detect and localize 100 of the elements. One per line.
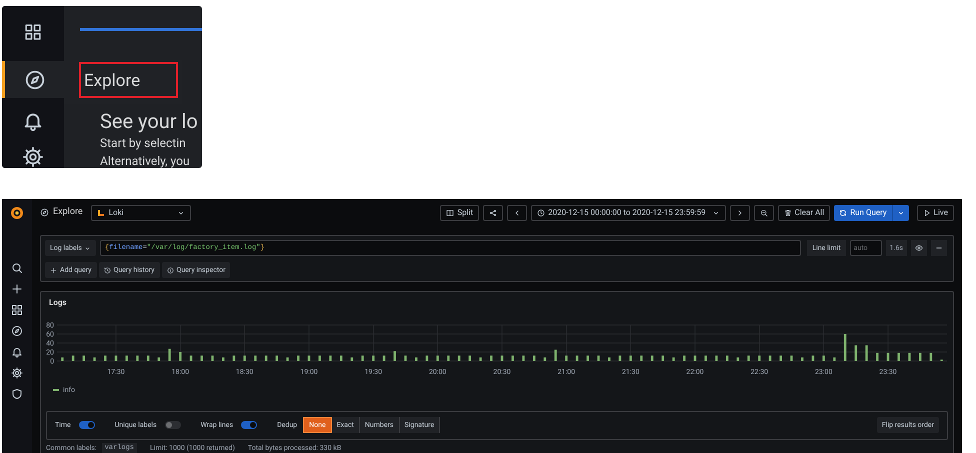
- bar: [436, 356, 439, 361]
- bar: [554, 350, 557, 361]
- bar: [72, 356, 74, 361]
- clear-all-button[interactable]: Clear All: [778, 204, 830, 220]
- bar: [747, 356, 750, 361]
- bar: [200, 356, 203, 361]
- bar: [886, 352, 890, 361]
- bar: [683, 356, 686, 361]
- bar: [844, 334, 846, 361]
- page-title: Explore: [53, 206, 83, 219]
- bar: [329, 356, 332, 361]
- bar: [211, 356, 214, 361]
- bar: [93, 357, 96, 361]
- compass-icon: [24, 68, 46, 91]
- bar: [361, 356, 364, 361]
- bar: [640, 356, 643, 361]
- bar: [532, 356, 536, 361]
- bar: [812, 356, 814, 361]
- logo-icon: [9, 205, 25, 221]
- bar: [790, 356, 793, 361]
- info-icon: [166, 266, 174, 274]
- settings-icon: [11, 367, 23, 379]
- bar: [61, 357, 64, 361]
- bar: [629, 356, 632, 361]
- bell-icon: [11, 346, 23, 358]
- history-icon: [104, 266, 110, 274]
- bar: [286, 357, 289, 361]
- bar: [243, 356, 246, 361]
- columns-icon: [446, 208, 454, 216]
- bar: [276, 356, 278, 361]
- bar: [158, 357, 160, 361]
- plus-icon: [50, 266, 57, 274]
- zoom-out-icon: [760, 208, 768, 216]
- bar: [544, 357, 546, 361]
- bar: [394, 351, 396, 361]
- bar: [662, 356, 664, 361]
- sidebar-item-highlight[interactable]: [2, 61, 64, 98]
- bar: [576, 356, 578, 361]
- bar: [114, 356, 118, 361]
- bar: [340, 356, 342, 361]
- bar: [222, 357, 224, 361]
- run-options-button[interactable]: [892, 204, 909, 220]
- bar: [768, 356, 772, 361]
- datasource-name: Loki: [108, 206, 124, 218]
- datasource-picker[interactable]: Loki: [90, 204, 191, 220]
- bar: [308, 356, 310, 361]
- toggle-switch[interactable]: [164, 421, 181, 429]
- plus-icon: [11, 283, 23, 295]
- bar: [930, 352, 932, 361]
- toggle-visibility-button[interactable]: [911, 240, 927, 256]
- bar: [565, 356, 568, 361]
- datasource-icon: [96, 208, 105, 216]
- bar: [382, 356, 386, 361]
- bar: [190, 356, 192, 361]
- bar: [715, 356, 718, 361]
- bar: [264, 356, 268, 361]
- heading: See your lo: [100, 108, 198, 134]
- shield-icon: [11, 388, 23, 400]
- zoom-out-button[interactable]: [754, 204, 774, 220]
- clock-icon: [537, 208, 546, 216]
- bar: [650, 356, 654, 361]
- bar: [458, 356, 460, 361]
- bar: [297, 356, 300, 361]
- bar: [512, 356, 514, 361]
- bar: [179, 352, 182, 361]
- bar: [479, 357, 482, 361]
- grid-icon: [11, 304, 23, 316]
- live-button[interactable]: Live: [916, 204, 954, 220]
- bar: [919, 352, 922, 361]
- trash-icon: [784, 208, 792, 216]
- bar: [780, 356, 782, 361]
- bar: [415, 357, 418, 361]
- bar: [522, 356, 525, 361]
- run-query-button[interactable]: Run Query: [834, 204, 892, 220]
- bar: [254, 356, 257, 361]
- eye-icon: [915, 244, 923, 252]
- panel-title: Logs: [48, 297, 68, 309]
- intro-line: Start by selectin: [100, 135, 187, 152]
- bar: [426, 356, 428, 361]
- bar: [833, 357, 836, 361]
- bar: [618, 356, 622, 361]
- share-button[interactable]: [483, 204, 504, 220]
- bar: [168, 348, 171, 361]
- toggle-switch[interactable]: [241, 421, 258, 429]
- bar: [104, 356, 106, 361]
- bar: [736, 357, 740, 361]
- settings-icon: [22, 146, 44, 168]
- split-button[interactable]: Split: [440, 204, 480, 220]
- tooltip-label: Explore: [84, 70, 140, 94]
- bar: [372, 356, 375, 361]
- bar: [801, 357, 804, 361]
- toggle-switch[interactable]: [78, 421, 95, 429]
- search-icon: [11, 262, 23, 274]
- bar: [694, 356, 696, 361]
- bar: [898, 352, 900, 361]
- bar: [704, 356, 707, 361]
- refresh-icon: [839, 208, 848, 216]
- time-range-picker[interactable]: 2020-12-15 00:00:00 to 2020-12-15 23:59:59: [531, 204, 726, 220]
- bar: [586, 356, 589, 361]
- bar: [500, 356, 504, 361]
